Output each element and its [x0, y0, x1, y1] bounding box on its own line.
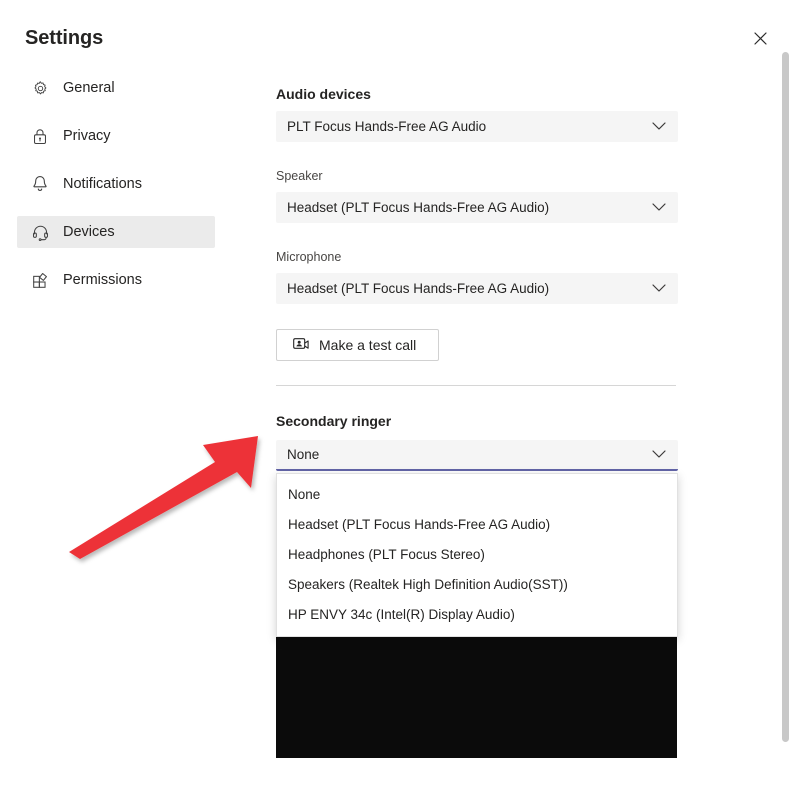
audio-device-select[interactable]: PLT Focus Hands-Free AG Audio	[276, 111, 678, 142]
scrollbar-thumb[interactable]	[782, 52, 789, 742]
chevron-down-icon	[651, 447, 667, 463]
meet-now-icon	[293, 337, 309, 353]
sidebar-item-label: Notifications	[63, 176, 142, 192]
dropdown-option[interactable]: Headset (PLT Focus Hands-Free AG Audio)	[277, 510, 677, 540]
sidebar-item-label: General	[63, 80, 115, 96]
sidebar-item-general[interactable]: General	[17, 72, 215, 104]
close-button[interactable]	[744, 22, 776, 54]
speaker-value: Headset (PLT Focus Hands-Free AG Audio)	[287, 199, 550, 215]
speaker-label: Speaker	[276, 169, 323, 183]
audio-devices-heading: Audio devices	[276, 86, 371, 102]
close-icon	[753, 31, 767, 45]
dropdown-option[interactable]: None	[277, 480, 677, 510]
sidebar-item-notifications[interactable]: Notifications	[17, 168, 215, 200]
redacted-region	[276, 632, 677, 758]
chevron-down-icon	[651, 200, 667, 216]
audio-device-value: PLT Focus Hands-Free AG Audio	[287, 118, 487, 134]
permissions-icon	[31, 271, 49, 289]
make-test-call-button[interactable]: Make a test call	[276, 329, 439, 361]
section-divider	[276, 385, 676, 386]
red-pointer-arrow	[69, 436, 258, 559]
chevron-down-icon	[651, 281, 667, 297]
sidebar-item-label: Devices	[63, 224, 115, 240]
secondary-ringer-select[interactable]: None	[276, 440, 678, 471]
chevron-down-icon	[651, 119, 667, 135]
microphone-value: Headset (PLT Focus Hands-Free AG Audio)	[287, 280, 550, 296]
secondary-ringer-dropdown-list: None Headset (PLT Focus Hands-Free AG Au…	[276, 473, 678, 637]
speaker-select[interactable]: Headset (PLT Focus Hands-Free AG Audio)	[276, 192, 678, 223]
dropdown-option[interactable]: HP ENVY 34c (Intel(R) Display Audio)	[277, 600, 677, 630]
lock-icon	[31, 127, 49, 145]
gear-icon	[31, 79, 49, 97]
make-test-call-label: Make a test call	[319, 337, 417, 353]
headset-icon	[31, 223, 49, 241]
bell-icon	[31, 175, 49, 193]
vertical-scrollbar[interactable]	[781, 0, 789, 787]
secondary-ringer-heading: Secondary ringer	[276, 413, 392, 429]
sidebar-item-label: Privacy	[63, 128, 111, 144]
sidebar-item-permissions[interactable]: Permissions	[17, 264, 215, 296]
microphone-label: Microphone	[276, 250, 342, 264]
secondary-ringer-value: None	[287, 446, 320, 462]
sidebar-item-devices[interactable]: Devices	[17, 216, 215, 248]
sidebar-item-label: Permissions	[63, 272, 142, 288]
microphone-select[interactable]: Headset (PLT Focus Hands-Free AG Audio)	[276, 273, 678, 304]
settings-sidebar: General Privacy Notifications Devices Pe…	[0, 72, 232, 296]
dropdown-option[interactable]: Headphones (PLT Focus Stereo)	[277, 540, 677, 570]
settings-dialog: Settings General Privacy Notifications D…	[0, 0, 792, 787]
page-title: Settings	[25, 27, 104, 49]
sidebar-item-privacy[interactable]: Privacy	[17, 120, 215, 152]
dropdown-option[interactable]: Speakers (Realtek High Definition Audio(…	[277, 570, 677, 600]
